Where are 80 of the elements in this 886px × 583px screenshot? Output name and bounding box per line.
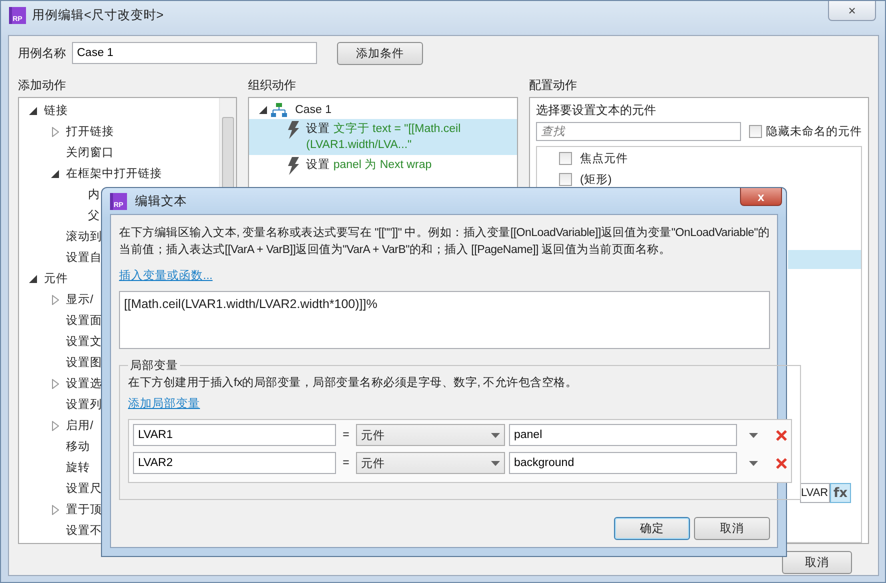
dropdown-caret-icon[interactable]	[491, 432, 500, 438]
tree-item[interactable]: 设置文	[66, 334, 102, 349]
tree-item[interactable]: 链接	[44, 103, 68, 118]
checkbox[interactable]	[559, 152, 572, 165]
tree-item[interactable]: 旋转	[66, 460, 90, 475]
fx-button[interactable]: fx	[830, 483, 851, 503]
tree-item[interactable]: 显示/	[66, 292, 94, 307]
tree-item[interactable]: 设置选	[66, 376, 102, 391]
tree-item[interactable]: 关闭窗口	[66, 145, 114, 160]
action-text: 设置 文字于 text = "[[Math.ceil (LVAR1.width/LVA..."	[306, 121, 462, 153]
section-heading: 配置动作	[529, 77, 578, 94]
collapsed-arrow-icon[interactable]	[52, 378, 58, 388]
expression-field[interactable]: [[Math.ceil(LVAR1.width/LVAR2.width*100)]]%	[119, 291, 770, 349]
variable-name-field[interactable]: LVAR1	[133, 424, 336, 446]
search-field[interactable]: 查找	[536, 122, 741, 141]
expanded-arrow-icon[interactable]	[259, 106, 268, 114]
window-title: 用例编辑<尺寸改变时>	[32, 7, 164, 24]
delete-icon[interactable]	[776, 430, 787, 440]
tree-item[interactable]: 打开链接	[66, 124, 114, 139]
tree-item[interactable]: 移动	[66, 439, 90, 454]
checkbox-label: 隐藏未命名的元件	[766, 124, 862, 139]
action-text: 设置 panel 为 Next wrap	[306, 158, 433, 173]
dropdown-caret-icon[interactable]	[491, 460, 500, 466]
tree-item[interactable]: 设置尺	[66, 481, 102, 496]
section-heading: 组织动作	[248, 77, 298, 94]
description-text: 在下方创建用于插入fx的局部变量，局部变量名称必须是字母、数字, 不允许包含空格。	[128, 375, 578, 391]
cancel-button[interactable]: 取消	[782, 551, 852, 574]
cancel-button[interactable]: 取消	[694, 517, 770, 540]
tree-item[interactable]: 设置不	[66, 523, 102, 538]
expanded-arrow-icon[interactable]	[51, 170, 59, 178]
expanded-arrow-icon[interactable]	[29, 106, 37, 114]
checkbox[interactable]	[559, 173, 572, 186]
tree-item[interactable]: 设置列	[66, 397, 102, 412]
configure-heading: 选择要设置文本的元件	[535, 102, 657, 119]
add-condition-button[interactable]: 添加条件	[337, 42, 423, 64]
collapsed-arrow-icon[interactable]	[52, 126, 58, 136]
close-button[interactable]: ×	[828, 1, 876, 21]
action-row[interactable]: 设置 panel 为 Next wrap	[249, 155, 517, 177]
checkbox[interactable]	[749, 125, 762, 138]
lightning-icon	[287, 121, 300, 139]
expanded-arrow-icon[interactable]	[29, 274, 37, 282]
variable-name-field[interactable]: LVAR2	[133, 452, 336, 474]
case-label[interactable]: Case 1	[295, 104, 332, 116]
section-heading: 添加动作	[18, 77, 67, 94]
target-field[interactable]: background	[509, 452, 737, 474]
lightning-icon	[287, 157, 300, 175]
collapsed-arrow-icon[interactable]	[52, 294, 58, 304]
case-name-field[interactable]: Case 1	[72, 42, 317, 64]
tree-item[interactable]: 在框架中打开链接	[66, 166, 162, 181]
dropdown-caret-icon[interactable]	[749, 460, 758, 466]
equals-sign: =	[342, 457, 350, 469]
tree-item[interactable]: 元件	[44, 271, 68, 286]
type-select[interactable]: 元件	[356, 424, 505, 446]
add-variable-link[interactable]: 添加局部变量	[128, 396, 200, 411]
tree-item[interactable]: 父	[88, 208, 100, 223]
case-tree-icon	[271, 102, 288, 116]
tree-item[interactable]: 设置图	[66, 355, 102, 370]
tree-item[interactable]: 置于顶	[66, 502, 102, 517]
value-field[interactable]: LVAR	[800, 483, 830, 503]
equals-sign: =	[342, 429, 350, 441]
target-field[interactable]: panel	[509, 424, 737, 446]
delete-icon[interactable]	[776, 458, 787, 468]
collapsed-arrow-icon[interactable]	[52, 504, 58, 514]
tree-item[interactable]: 滚动到	[66, 229, 102, 244]
type-select[interactable]: 元件	[356, 452, 505, 474]
description-text: 在下方编辑区输入文本, 变量名称或表达式要写在 "[[""]]" 中。例如：插入变量[[OnLoadVariable]]返回值为变量"OnLoadVariable"的当前值；插入表达式[[VarA + VarB]]返回值为"VarA + VarB"的和；插入 [[PageName]] 返回值为当前页面名称。	[119, 225, 770, 258]
case-name-label: 用例名称	[18, 44, 66, 62]
tree-item[interactable]: 设置面	[66, 313, 102, 328]
dialog-title: 编辑文本	[135, 192, 187, 210]
collapsed-arrow-icon[interactable]	[52, 420, 58, 430]
insert-variable-link[interactable]: 插入变量或函数...	[119, 268, 213, 283]
ok-button[interactable]: 确定	[614, 517, 690, 540]
tree-item[interactable]: 设置自	[66, 250, 102, 265]
tree-item[interactable]: 内	[88, 187, 100, 202]
widget-label[interactable]: (矩形)	[580, 172, 612, 187]
tree-item[interactable]: 启用/	[66, 418, 94, 433]
widget-label[interactable]: 焦点元件	[580, 151, 628, 166]
group-legend: 局部变量	[128, 358, 180, 373]
dropdown-caret-icon[interactable]	[749, 432, 758, 438]
action-row[interactable]: 设置 文字于 text = "[[Math.ceil (LVAR1.width/LVA..."	[249, 119, 517, 155]
